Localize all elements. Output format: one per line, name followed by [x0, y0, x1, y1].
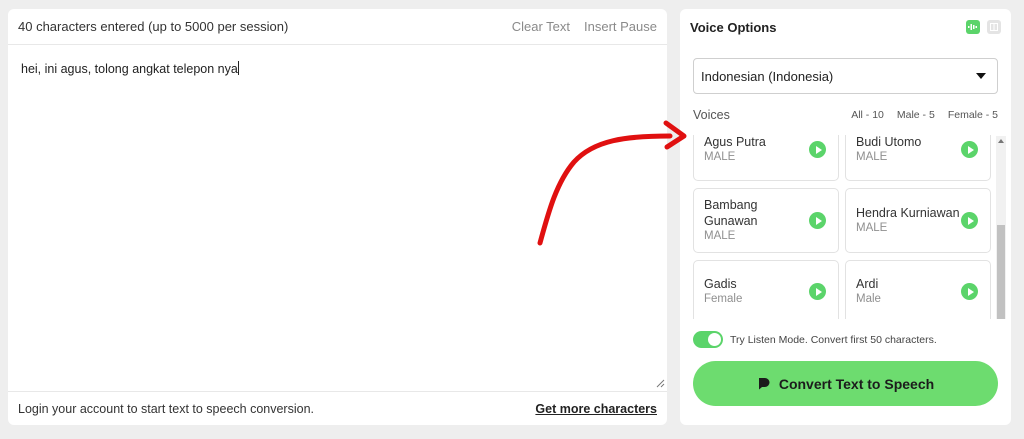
editor-footer: Login your account to start text to spee… — [8, 391, 667, 425]
voices-filter-bar: Voices All - 10 Male - 5 Female - 5 — [693, 108, 998, 122]
voice-list: Agus Putra MALE Budi Utomo MALE Bambang … — [693, 135, 999, 319]
waveform-icon[interactable] — [966, 20, 980, 34]
login-note: Login your account to start text to spee… — [18, 401, 315, 416]
resize-handle-icon[interactable] — [656, 379, 665, 388]
filter-female[interactable]: Female - 5 — [948, 109, 998, 121]
voice-gender: MALE — [856, 222, 888, 234]
play-icon[interactable] — [961, 283, 978, 300]
listen-mode-toggle[interactable] — [693, 331, 723, 348]
voice-list-scrollbar[interactable] — [996, 136, 1006, 319]
voice-name: Ardi — [856, 277, 879, 291]
voice-filters: All - 10 Male - 5 Female - 5 — [851, 109, 998, 121]
voice-gender: MALE — [856, 151, 888, 163]
editor-header: 40 characters entered (up to 5000 per se… — [8, 9, 667, 45]
voice-options-panel: Voice Options Indonesian (Indonesia) Voi… — [680, 9, 1011, 425]
play-icon[interactable] — [809, 283, 826, 300]
language-select[interactable]: Indonesian (Indonesia) — [693, 58, 998, 94]
scroll-up-arrow-icon[interactable] — [998, 139, 1004, 143]
voice-card[interactable]: Agus Putra MALE — [693, 135, 839, 181]
toggle-knob — [708, 333, 721, 346]
clear-text-button[interactable]: Clear Text — [512, 19, 570, 34]
voice-name: Budi Utomo — [856, 135, 922, 149]
header-icons — [966, 20, 1001, 34]
voice-options-header: Voice Options — [680, 9, 1011, 45]
voice-gender: MALE — [704, 230, 736, 242]
play-icon[interactable] — [809, 212, 826, 229]
filter-all[interactable]: All - 10 — [851, 109, 884, 121]
voice-name: Agus Putra — [704, 135, 766, 149]
convert-button-label: Convert Text to Speech — [778, 375, 935, 392]
voice-name: Bambang Gunawan — [704, 198, 758, 228]
text-editor-panel: 40 characters entered (up to 5000 per se… — [8, 9, 667, 425]
get-more-characters-link[interactable]: Get more characters — [535, 402, 657, 416]
play-icon[interactable] — [961, 212, 978, 229]
speech-bubble-icon — [758, 378, 770, 390]
voice-options-title: Voice Options — [690, 19, 777, 35]
play-icon[interactable] — [809, 141, 826, 158]
voice-name: Gadis — [704, 277, 737, 291]
panel-icon[interactable] — [987, 20, 1001, 34]
listen-mode-label: Try Listen Mode. Convert first 50 charac… — [730, 333, 937, 346]
voice-card[interactable]: Budi Utomo MALE — [845, 135, 991, 181]
selected-language: Indonesian (Indonesia) — [701, 68, 834, 84]
voice-name: Hendra Kurniawan — [856, 206, 960, 220]
voice-card[interactable]: Gadis Female — [693, 260, 839, 319]
text-input-area[interactable]: hei, ini agus, tolong angkat telepon nya — [8, 46, 667, 390]
play-icon[interactable] — [961, 141, 978, 158]
filter-male[interactable]: Male - 5 — [897, 109, 935, 121]
insert-pause-button[interactable]: Insert Pause — [584, 19, 657, 34]
scrollbar-thumb[interactable] — [997, 225, 1005, 319]
character-count: 40 characters entered (up to 5000 per se… — [18, 19, 289, 34]
editor-text: hei, ini agus, tolong angkat telepon nya — [21, 62, 238, 76]
voice-card[interactable]: Bambang Gunawan MALE — [693, 188, 839, 253]
voice-gender: Male — [856, 293, 881, 305]
voice-gender: Female — [704, 293, 743, 305]
voice-card[interactable]: Ardi Male — [845, 260, 991, 319]
voices-label: Voices — [693, 108, 730, 122]
voice-card[interactable]: Hendra Kurniawan MALE — [845, 188, 991, 253]
editor-actions: Clear Text Insert Pause — [512, 19, 657, 34]
chevron-down-icon — [976, 73, 986, 79]
text-caret — [237, 61, 239, 75]
voice-gender: MALE — [704, 151, 736, 163]
convert-text-to-speech-button[interactable]: Convert Text to Speech — [693, 361, 998, 406]
listen-mode-row: Try Listen Mode. Convert first 50 charac… — [693, 331, 937, 348]
